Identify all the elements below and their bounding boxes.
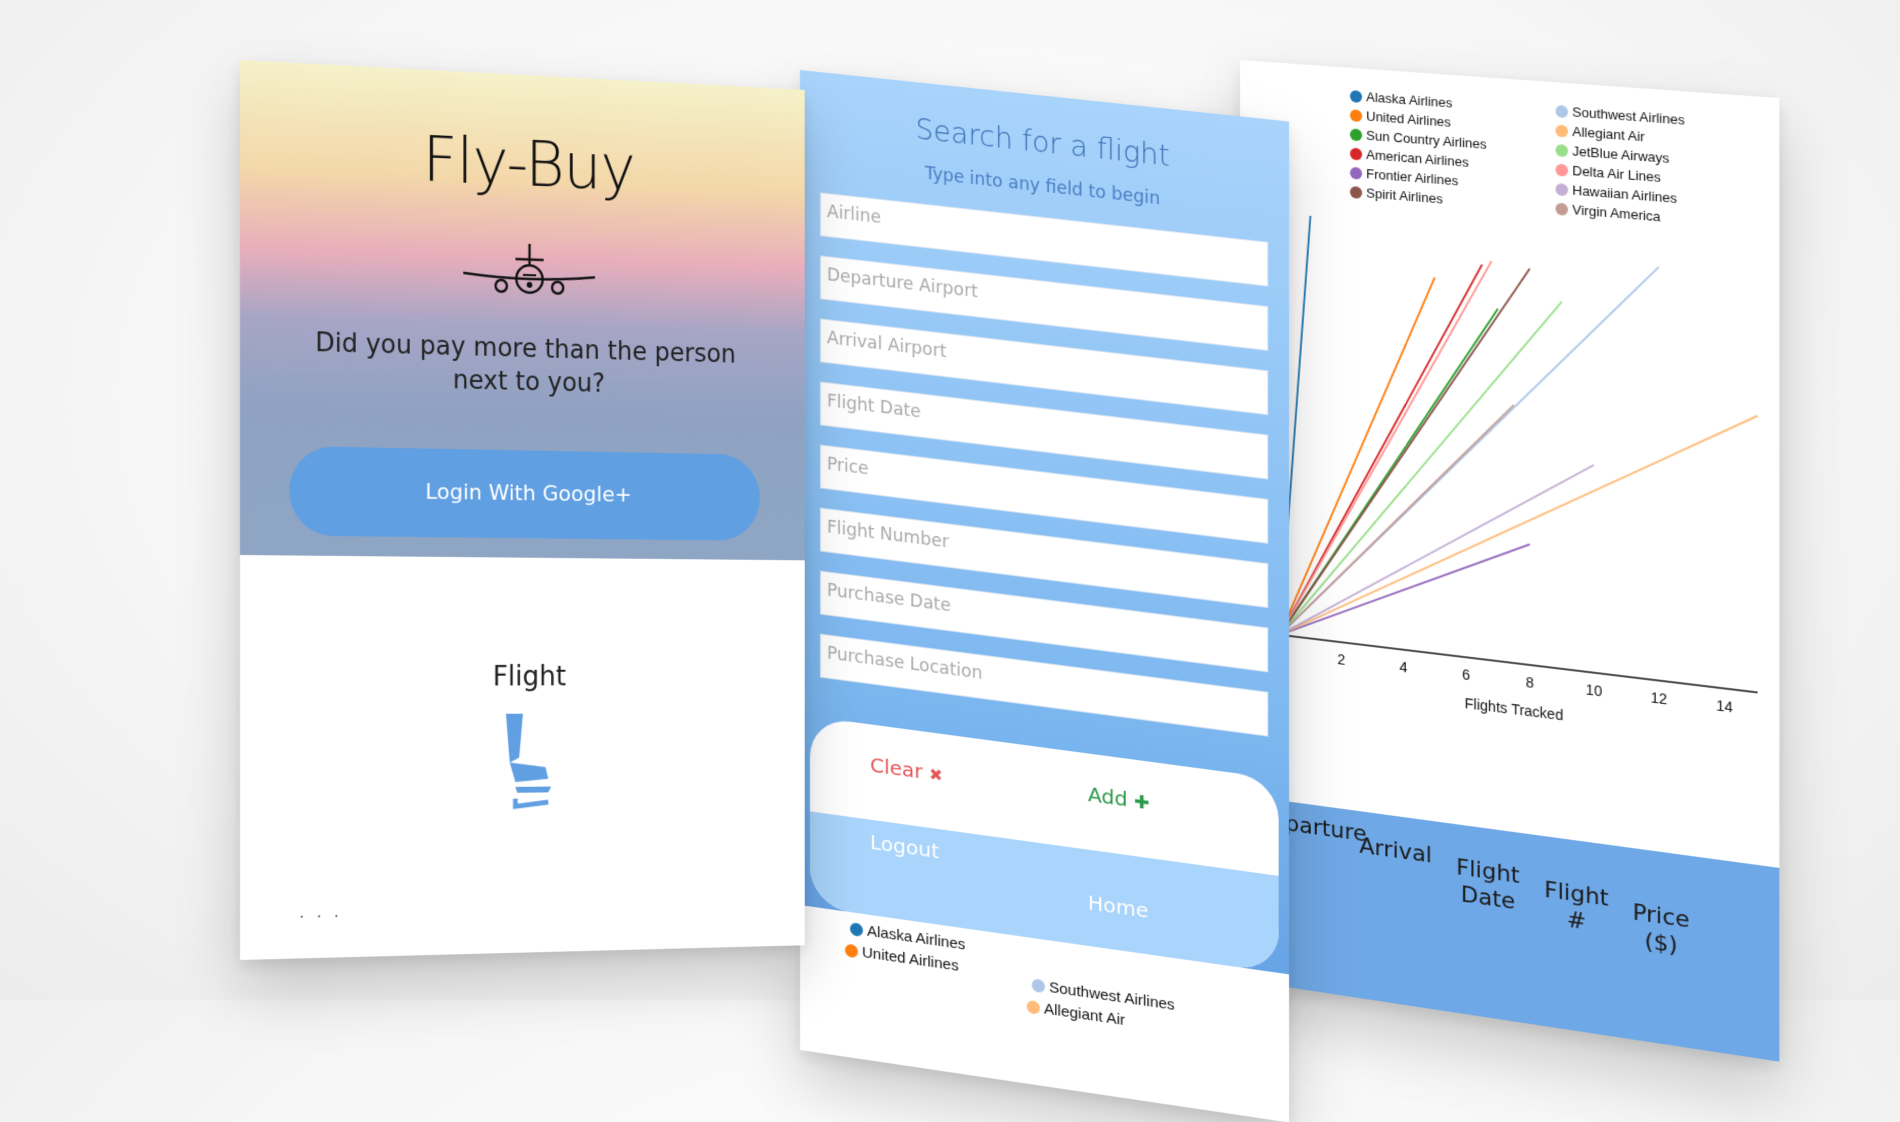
legend-dot [1555,182,1568,195]
x-tick-label: 10 [1586,681,1603,700]
x-tick-label: 8 [1526,674,1534,691]
x-tick-label: 4 [1399,658,1407,675]
app-logo-text: Fly-Buy [240,115,805,212]
search-screen: Search for a flight Type into any field … [800,70,1289,1122]
chart-legend: Alaska AirlinesUnited AirlinesSun Countr… [1350,86,1779,118]
add-button[interactable]: Add ✚ [1088,782,1150,815]
x-axis-label: Flights Tracked [1465,695,1563,724]
x-tick-label: 14 [1716,697,1733,716]
login-google-button[interactable]: Login With Google+ [289,446,759,541]
tagline: Did you pay more than the person next to… [299,327,751,405]
mockup-stage: Alaska AirlinesUnited AirlinesSun Countr… [0,0,1900,1000]
close-icon: ✖ [929,764,943,785]
header-flight-number[interactable]: Flight # [1535,876,1619,942]
x-tick-label: 12 [1651,689,1668,708]
series-line [1280,277,1562,669]
sunset-hero: Fly-Buy Did you pay more than the person… [240,60,805,560]
x-axis [1280,635,1758,693]
header-flight-date[interactable]: Flight Date [1442,853,1535,920]
add-label: Add [1088,782,1128,812]
clear-button[interactable]: Clear ✖ [870,752,943,786]
flight-section-label: Flight [240,660,805,693]
logout-button[interactable]: Logout [870,830,939,864]
login-screen: Fly-Buy Did you pay more than the person… [240,60,805,960]
legend-dot [1350,128,1362,141]
clear-label: Clear [870,752,923,783]
legend-dot [1350,166,1362,179]
seat-icon [497,709,563,817]
legend-dot [845,943,858,958]
pagination-dots: · · · [299,908,343,927]
legend-dot [850,922,863,937]
legend-dot [1027,1000,1040,1015]
airplane-icon [459,233,600,306]
legend-dot [1555,104,1568,117]
legend-dot [1032,978,1045,993]
flights-chart: 000000000000000000010001002468101214Flig… [1240,180,1779,873]
legend-dot [1555,124,1568,137]
series-line [1280,247,1530,665]
legend-dot [1350,89,1362,102]
header-price[interactable]: Price ($) [1619,898,1704,965]
home-button[interactable]: Home [1088,890,1149,923]
header-arrival[interactable]: Arrival [1350,832,1442,871]
plus-icon: ✚ [1134,791,1150,814]
legend-dot [1350,147,1362,160]
x-tick-label: 6 [1462,666,1470,683]
legend-dot [1555,143,1568,156]
chart-screen: Alaska AirlinesUnited AirlinesSun Countr… [1240,60,1779,1062]
legend-dot [1555,163,1568,176]
x-tick-label: 2 [1337,651,1345,668]
legend-dot [1350,109,1362,122]
